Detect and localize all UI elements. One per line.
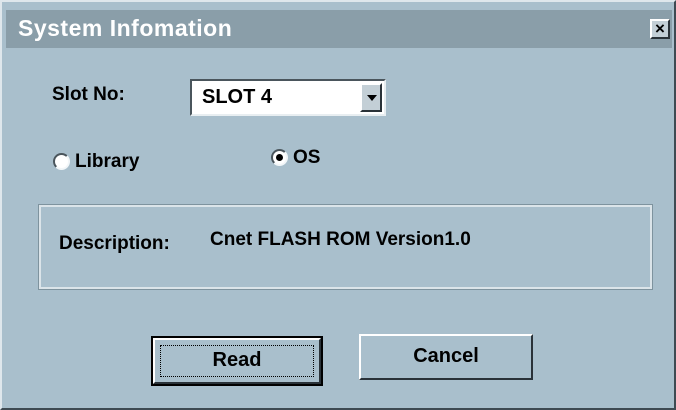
cancel-button-label: Cancel bbox=[413, 345, 479, 367]
slot-label: Slot No: bbox=[52, 84, 125, 105]
read-button[interactable]: Read bbox=[151, 336, 323, 386]
title-bar: System Infomation × bbox=[6, 10, 672, 48]
window-title: System Infomation bbox=[18, 15, 233, 41]
focus-rect bbox=[160, 345, 314, 377]
cancel-button[interactable]: Cancel bbox=[359, 334, 533, 380]
library-radio[interactable] bbox=[53, 153, 70, 170]
library-radio-label[interactable]: Library bbox=[75, 151, 139, 173]
close-icon: × bbox=[655, 19, 665, 38]
slot-select-value: SLOT 4 bbox=[202, 86, 273, 108]
description-value: Cnet FLASH ROM Version1.0 bbox=[210, 229, 471, 250]
description-label: Description: bbox=[59, 233, 170, 254]
os-radio[interactable] bbox=[271, 149, 288, 166]
slot-select[interactable]: SLOT 4 bbox=[190, 79, 386, 116]
close-button[interactable]: × bbox=[650, 19, 670, 39]
system-information-dialog: System Infomation × Slot No: SLOT 4 Libr… bbox=[0, 0, 676, 410]
chevron-down-icon[interactable] bbox=[360, 83, 382, 112]
os-radio-label[interactable]: OS bbox=[293, 147, 320, 169]
